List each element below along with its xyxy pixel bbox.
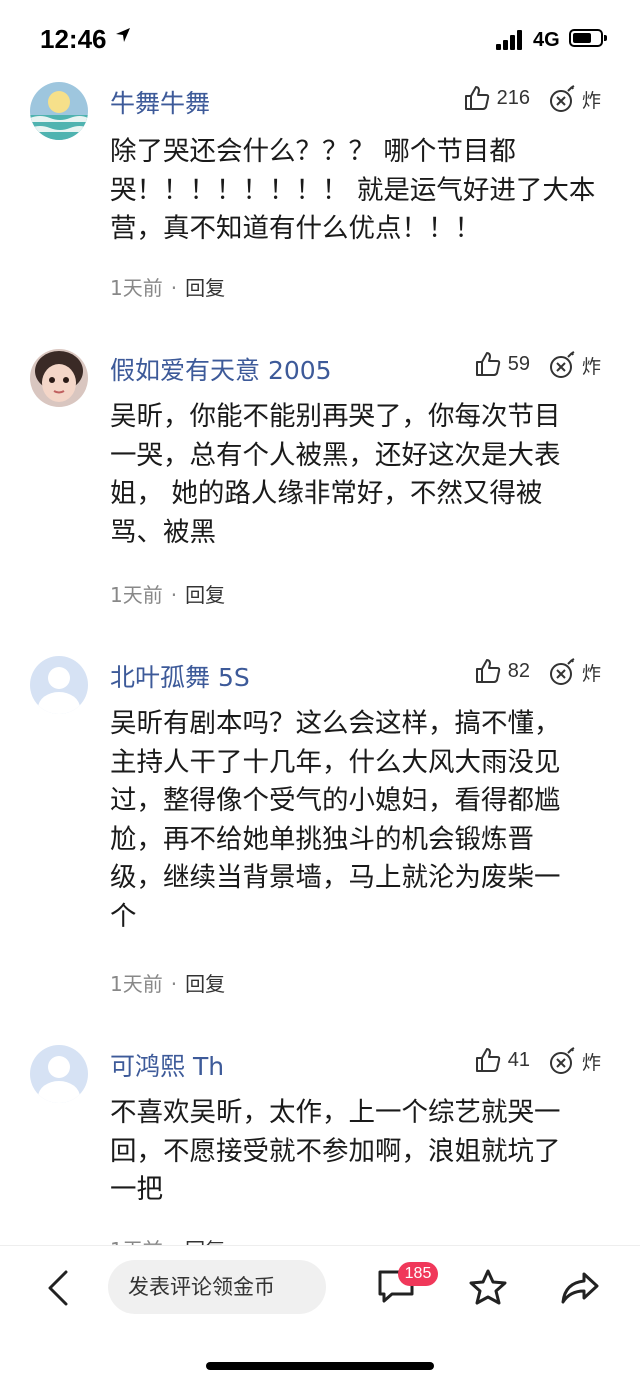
bomb-button[interactable]: 炸 (548, 84, 601, 114)
thumbs-up-icon (464, 86, 489, 110)
comment-count-badge: 185 (398, 1262, 438, 1286)
bottom-bar: 发表评论领金币 185 (0, 1245, 640, 1386)
user-avatar[interactable] (30, 349, 88, 407)
bomb-label: 炸 (582, 662, 602, 685)
reply-button[interactable]: 回复 (185, 972, 225, 996)
comment-text: 吴昕有剧本吗？这么会这样，搞不懂， 主持人干了十几年，什么大风大雨没见 过，整得… (110, 708, 561, 932)
like-button[interactable]: 82 (440, 657, 530, 685)
user-avatar[interactable] (30, 1045, 88, 1103)
status-bar: 12:46 4G (0, 0, 640, 80)
like-count: 216 (496, 86, 530, 109)
comment-time: 1天前 (110, 583, 163, 607)
thumbs-up-icon (475, 1048, 500, 1072)
child-photo-avatar-icon (30, 349, 88, 407)
meta-separator: · (170, 583, 178, 607)
bomb-icon (550, 1047, 575, 1074)
reply-button[interactable]: 回复 (185, 276, 225, 300)
comment-text: 不喜欢吴昕，太作，上一个综艺就哭一 回，不愿接受就不参加啊，浪姐就坑了 一把 (110, 1097, 561, 1205)
bomb-label: 炸 (582, 355, 602, 378)
like-button[interactable]: 59 (440, 350, 530, 378)
comment-meta: 1天前 · 回复 (110, 579, 225, 608)
comment-username[interactable]: 可鸿熙 Th (110, 1047, 224, 1083)
network-type: 4G (533, 29, 560, 51)
bomb-icon (550, 351, 575, 378)
comment-input[interactable]: 发表评论领金币 (108, 1260, 326, 1314)
landscape-avatar-icon (30, 82, 88, 140)
user-avatar[interactable] (30, 82, 88, 140)
comment-text: 除了哭还会什么？？？ 哪个节目都 哭！！！！！！！！ 就是运气好进了大本 营，真… (110, 136, 596, 244)
like-count: 82 (507, 659, 530, 682)
share-icon[interactable] (560, 1270, 600, 1306)
bomb-icon (550, 85, 575, 112)
thumbs-up-icon (475, 352, 500, 376)
bomb-button[interactable]: 炸 (548, 350, 601, 380)
meta-separator: · (170, 276, 178, 300)
comment-time: 1天前 (110, 972, 163, 996)
comment-username[interactable]: 牛舞牛舞 (110, 84, 210, 120)
like-count: 59 (507, 352, 530, 375)
bomb-button[interactable]: 炸 (548, 657, 601, 687)
battery-icon (569, 29, 607, 47)
default-avatar-icon (30, 1045, 88, 1103)
like-count: 41 (507, 1048, 530, 1071)
thumbs-up-icon (475, 659, 500, 683)
star-icon[interactable] (468, 1268, 508, 1306)
comment-username[interactable]: 北叶孤舞 5S (110, 658, 250, 694)
user-avatar[interactable] (30, 656, 88, 714)
like-button[interactable]: 41 (440, 1046, 530, 1074)
bomb-label: 炸 (582, 1051, 602, 1074)
comment-meta: 1天前 · 回复 (110, 272, 225, 301)
comment-time: 1天前 (110, 276, 163, 300)
like-button[interactable]: 216 (440, 84, 530, 112)
meta-separator: · (170, 972, 178, 996)
bomb-icon (550, 658, 575, 685)
bomb-button[interactable]: 炸 (548, 1046, 601, 1076)
status-time: 12:46 (40, 24, 107, 54)
comment-text: 吴昕，你能不能别再哭了，你每次节目 一哭，总有个人被黑，还好这次是大表 姐， 她… (110, 401, 561, 548)
default-avatar-icon (30, 656, 88, 714)
comment-username[interactable]: 假如爱有天意 2005 (110, 351, 332, 387)
comment-meta: 1天前 · 回复 (110, 968, 225, 997)
location-arrow-icon (116, 28, 130, 42)
bomb-label: 炸 (582, 89, 602, 112)
reply-button[interactable]: 回复 (185, 583, 225, 607)
home-indicator (206, 1362, 434, 1370)
back-arrow-icon[interactable] (44, 1268, 72, 1308)
